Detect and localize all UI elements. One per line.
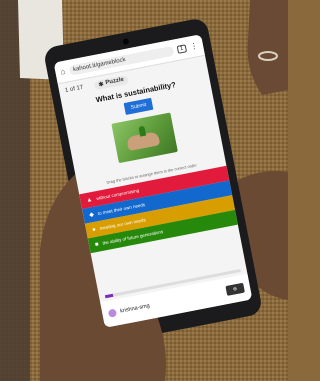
answer-list: ▲ without compromising ◆ to meet their o… xyxy=(79,165,238,254)
image-sprout xyxy=(138,125,147,137)
circle-icon: ● xyxy=(91,226,97,233)
diamond-icon: ◆ xyxy=(88,211,95,219)
photo-scene: ⌂ kahoot.it/gameblock 1 ⋮ 1 of 17 ✱ Puzz… xyxy=(0,0,288,381)
home-icon[interactable]: ⌂ xyxy=(60,67,66,77)
triangle-icon: ▲ xyxy=(85,196,93,204)
avatar xyxy=(107,308,118,318)
submit-button[interactable]: Submit xyxy=(123,97,154,115)
square-icon: ■ xyxy=(94,241,100,248)
tab-count-button[interactable]: 1 xyxy=(176,43,187,54)
question-image xyxy=(111,112,178,164)
quiz-type-label: Puzzle xyxy=(104,76,125,87)
puzzle-icon: ✱ xyxy=(98,81,105,89)
question-counter: 1 of 17 xyxy=(64,84,84,95)
progress-fill xyxy=(104,293,114,299)
quiz-type-badge: ✱ Puzzle xyxy=(93,74,129,90)
next-button[interactable]: ⊕ xyxy=(225,282,245,296)
kebab-menu-icon[interactable]: ⋮ xyxy=(189,41,199,51)
